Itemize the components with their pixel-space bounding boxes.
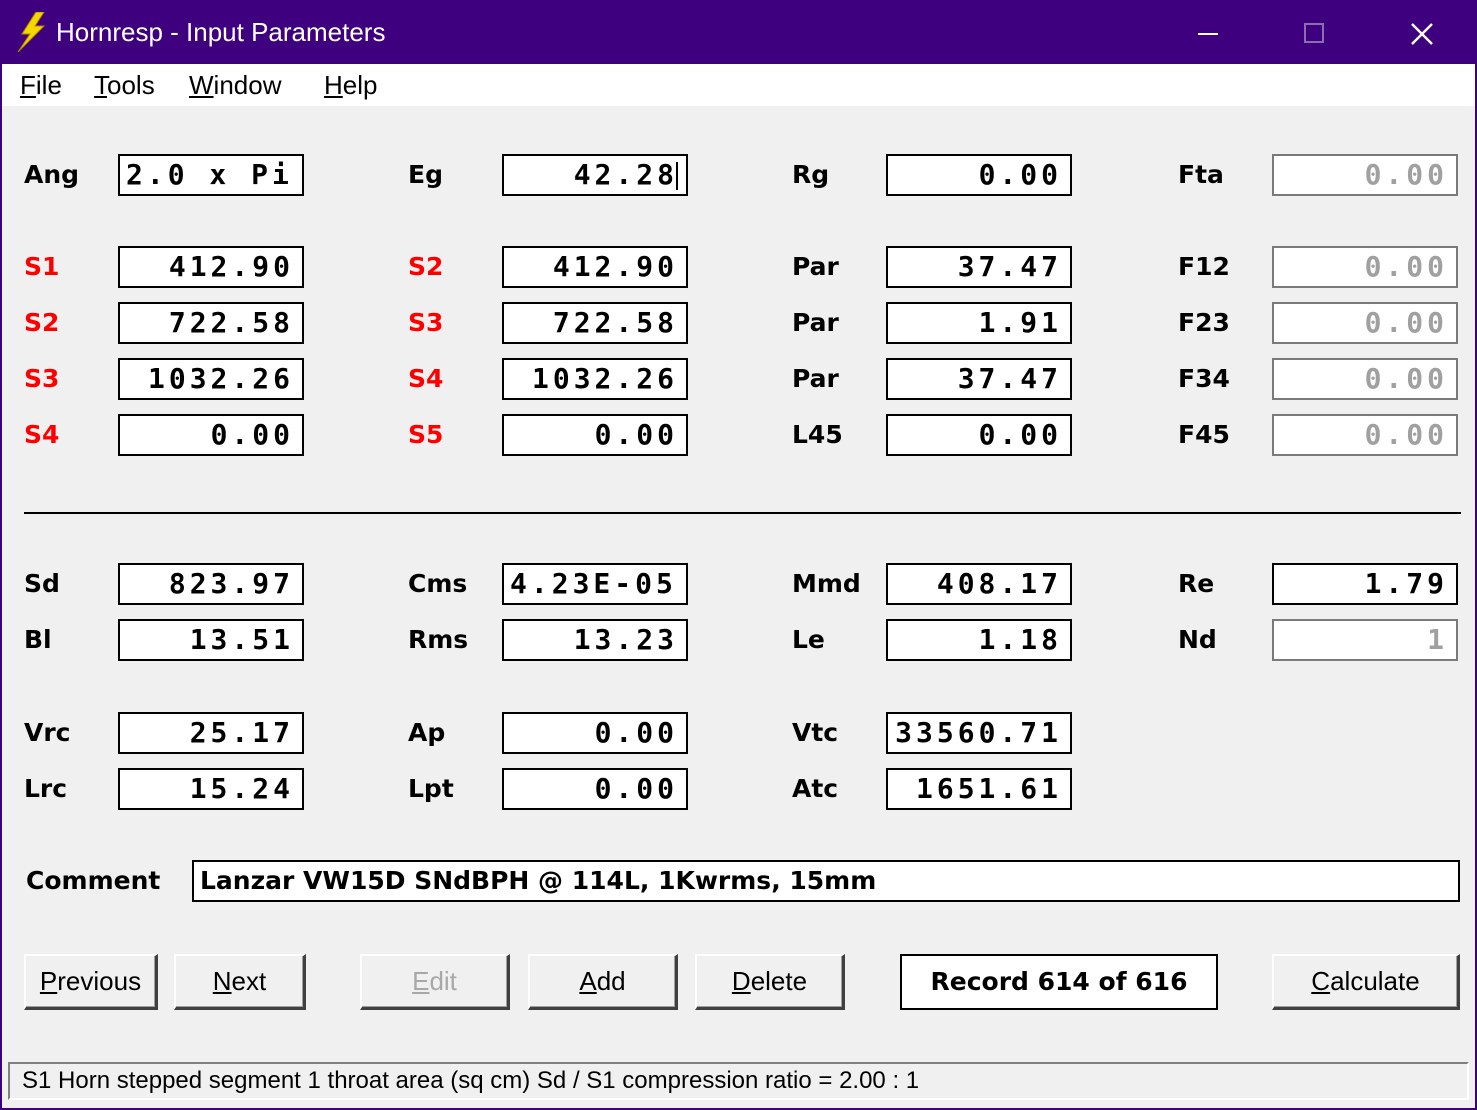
col4-row3-label: F34 — [1178, 364, 1230, 393]
maximize-icon — [1304, 23, 1324, 43]
section-divider — [24, 512, 1461, 514]
hornresp-window: Hornresp - Input Parameters File Tools W… — [0, 0, 1477, 1110]
col1-row1-field[interactable]: 412.90 — [118, 246, 304, 288]
col4-row3-field[interactable]: 0.00 — [1272, 358, 1458, 400]
ap-label: Ap — [408, 718, 446, 747]
col1-row4-label: S4 — [24, 420, 60, 449]
record-indicator: Record 614 of 616 — [900, 954, 1218, 1010]
col4-row4-field[interactable]: 0.00 — [1272, 414, 1458, 456]
col1-row2-label: S2 — [24, 308, 60, 337]
lrc-field[interactable]: 15.24 — [118, 768, 304, 810]
col3-row2-field[interactable]: 1.91 — [886, 302, 1072, 344]
lpt-label: Lpt — [408, 774, 454, 803]
next-button[interactable]: Next — [174, 954, 306, 1010]
col4-row2-label: F23 — [1178, 308, 1230, 337]
sd-label: Sd — [24, 569, 60, 598]
comment-label: Comment — [26, 866, 161, 895]
eg-label: Eg — [408, 160, 443, 189]
col3-row1-label: Par — [792, 252, 839, 281]
col2-row3-label: S4 — [408, 364, 444, 393]
cms-field[interactable]: 4.23E-05 — [502, 563, 688, 605]
col2-row2-label: S3 — [408, 308, 444, 337]
menu-bar: File Tools Window Help — [2, 64, 1475, 106]
mmd-field[interactable]: 408.17 — [886, 563, 1072, 605]
col2-row4-label: S5 — [408, 420, 444, 449]
vtc-field[interactable]: 33560.71 — [886, 712, 1072, 754]
input-parameters-panel: Ang 2.0 x Pi Eg 42.28 Rg 0.00 Fta 0.00 S… — [2, 106, 1475, 1108]
nd-field[interactable]: 1 — [1272, 619, 1458, 661]
comment-field[interactable]: Lanzar VW15D SNdBPH @ 114L, 1Kwrms, 15mm — [192, 860, 1460, 902]
calculate-button[interactable]: Calculate — [1272, 954, 1460, 1010]
col2-row1-label: S2 — [408, 252, 444, 281]
le-label: Le — [792, 625, 825, 654]
rms-field[interactable]: 13.23 — [502, 619, 688, 661]
bl-field[interactable]: 13.51 — [118, 619, 304, 661]
ang-field[interactable]: 2.0 x Pi — [118, 154, 304, 196]
delete-button[interactable]: Delete — [695, 954, 845, 1010]
mmd-label: Mmd — [792, 569, 861, 598]
col4-row2-field[interactable]: 0.00 — [1272, 302, 1458, 344]
ang-label: Ang — [24, 160, 80, 189]
re-label: Re — [1178, 569, 1215, 598]
window-title: Hornresp - Input Parameters — [56, 17, 386, 47]
lightning-bolt-icon — [17, 12, 46, 52]
col3-row3-label: Par — [792, 364, 839, 393]
col4-row1-label: F12 — [1178, 252, 1230, 281]
vtc-label: Vtc — [792, 718, 839, 747]
menu-file[interactable]: File — [20, 70, 62, 101]
nd-label: Nd — [1178, 625, 1217, 654]
maximize-button[interactable] — [1261, 2, 1367, 64]
col3-row2-label: Par — [792, 308, 839, 337]
rg-label: Rg — [792, 160, 830, 189]
col3-row4-field[interactable]: 0.00 — [886, 414, 1072, 456]
le-field[interactable]: 1.18 — [886, 619, 1072, 661]
sd-field[interactable]: 823.97 — [118, 563, 304, 605]
lrc-label: Lrc — [24, 774, 68, 803]
title-bar[interactable]: Hornresp - Input Parameters — [2, 2, 1475, 64]
rg-field[interactable]: 0.00 — [886, 154, 1072, 196]
close-icon — [1411, 23, 1433, 45]
vrc-label: Vrc — [24, 718, 71, 747]
col2-row2-field[interactable]: 722.58 — [502, 302, 688, 344]
col2-row3-field[interactable]: 1032.26 — [502, 358, 688, 400]
col2-row1-field[interactable]: 412.90 — [502, 246, 688, 288]
col4-row1-field[interactable]: 0.00 — [1272, 246, 1458, 288]
col4-row4-label: F45 — [1178, 420, 1230, 449]
atc-label: Atc — [792, 774, 839, 803]
text-cursor — [676, 162, 678, 190]
fta-label: Fta — [1178, 160, 1224, 189]
col1-row3-field[interactable]: 1032.26 — [118, 358, 304, 400]
col1-row2-field[interactable]: 722.58 — [118, 302, 304, 344]
menu-help[interactable]: Help — [324, 70, 377, 101]
eg-field[interactable]: 42.28 — [502, 154, 688, 196]
rms-label: Rms — [408, 625, 469, 654]
add-button[interactable]: Add — [528, 954, 678, 1010]
ap-field[interactable]: 0.00 — [502, 712, 688, 754]
edit-button[interactable]: Edit — [360, 954, 510, 1010]
fta-field[interactable]: 0.00 — [1272, 154, 1458, 196]
col3-row1-field[interactable]: 37.47 — [886, 246, 1072, 288]
minimize-button[interactable] — [1154, 2, 1260, 64]
col3-row3-field[interactable]: 37.47 — [886, 358, 1072, 400]
vrc-field[interactable]: 25.17 — [118, 712, 304, 754]
status-bar: S1 Horn stepped segment 1 throat area (s… — [8, 1062, 1469, 1100]
previous-button[interactable]: Previous — [24, 954, 158, 1010]
col3-row4-label: L45 — [792, 420, 843, 449]
minimize-icon — [1198, 33, 1218, 35]
bl-label: Bl — [24, 625, 52, 654]
lpt-field[interactable]: 0.00 — [502, 768, 688, 810]
menu-window[interactable]: Window — [189, 70, 281, 101]
col2-row4-field[interactable]: 0.00 — [502, 414, 688, 456]
col1-row4-field[interactable]: 0.00 — [118, 414, 304, 456]
atc-field[interactable]: 1651.61 — [886, 768, 1072, 810]
close-button[interactable] — [1368, 2, 1474, 64]
cms-label: Cms — [408, 569, 468, 598]
re-field[interactable]: 1.79 — [1272, 563, 1458, 605]
col1-row3-label: S3 — [24, 364, 60, 393]
col1-row1-label: S1 — [24, 252, 60, 281]
menu-tools[interactable]: Tools — [94, 70, 155, 101]
